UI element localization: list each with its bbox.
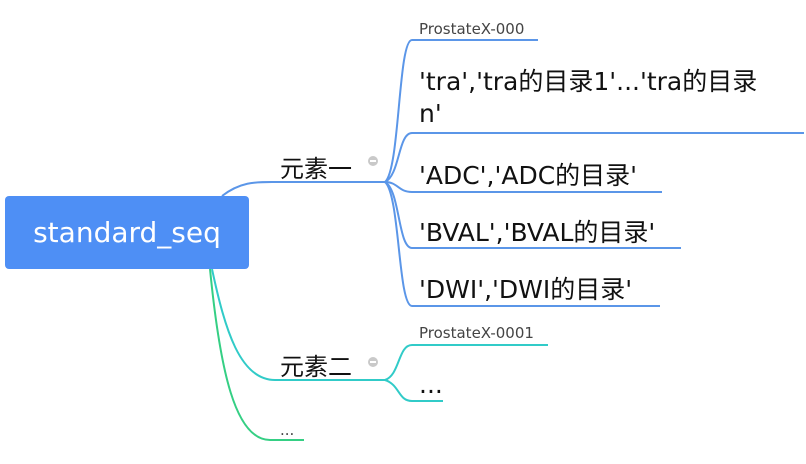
connector-root-element1 xyxy=(221,181,385,197)
branch-element1-label[interactable]: 元素一 xyxy=(280,149,352,184)
branch-element2-label[interactable]: 元素二 xyxy=(280,347,352,382)
minus-circle-icon[interactable] xyxy=(368,156,378,166)
node-bval[interactable]: 'BVAL','BVAL的目录' xyxy=(419,213,655,249)
node-element2-ellipsis[interactable]: ... xyxy=(419,370,443,399)
node-dwi[interactable]: 'DWI','DWI的目录' xyxy=(419,270,632,306)
node-prostatex-000[interactable]: ProstateX-000 xyxy=(419,20,524,38)
node-adc[interactable]: 'ADC','ADC的目录' xyxy=(419,156,637,192)
node-tra-line2[interactable]: n' xyxy=(419,99,442,128)
branch-ellipsis-label[interactable]: ... xyxy=(280,421,294,439)
node-prostatex-0001[interactable]: ProstateX-0001 xyxy=(419,324,534,342)
root-label: standard_seq xyxy=(33,216,221,249)
minus-circle-icon[interactable] xyxy=(368,357,378,367)
root-node[interactable]: standard_seq xyxy=(5,196,249,269)
connector-element2-child1 xyxy=(384,344,548,381)
node-tra-line1[interactable]: 'tra','tra的目录1'...'tra的目录 xyxy=(419,62,757,98)
